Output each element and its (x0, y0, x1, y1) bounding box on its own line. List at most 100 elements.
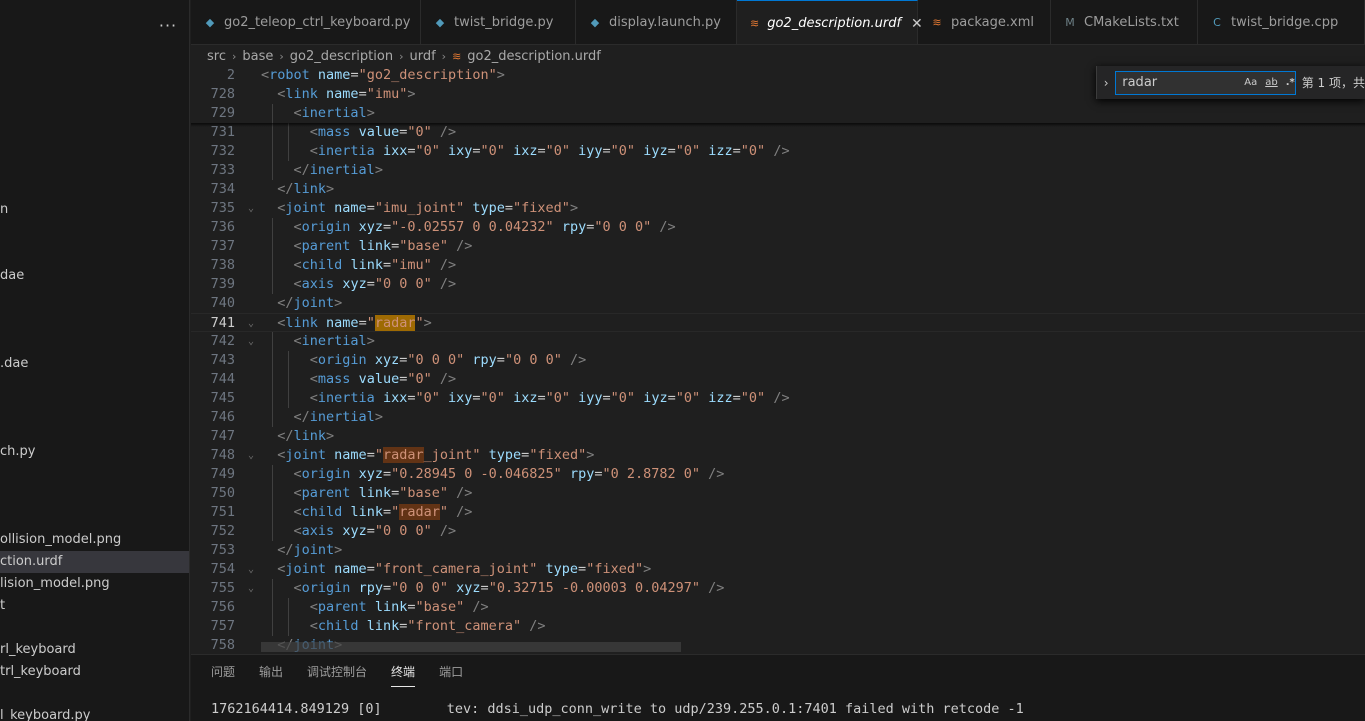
file-tree-item[interactable]: lision_model.png (0, 573, 189, 595)
panel-tab[interactable]: 终端 (391, 663, 416, 687)
code-token: ixx (382, 390, 408, 406)
line-number: 2 (226, 67, 235, 83)
fold-chevron-icon[interactable]: ⌄ (246, 199, 256, 218)
breadcrumb: src › base › go2_description › urdf › ≋ go2_descr… (207, 47, 601, 67)
file-tree-item[interactable]: .dae (0, 353, 189, 375)
code-token: = (382, 257, 392, 273)
code-token: "0 0 0" (391, 580, 449, 596)
breadcrumb-item[interactable]: go2_description.urdf (467, 47, 601, 67)
editor-tab[interactable]: ≋ package.xml (918, 0, 1051, 44)
code-token: "0" (610, 143, 636, 159)
code-token: > (326, 181, 335, 197)
code-token: "0" (415, 143, 440, 159)
match-case-icon[interactable]: Aa (1244, 77, 1257, 88)
code-text: </link> (277, 180, 334, 199)
breadcrumb-item[interactable]: go2_description (290, 47, 393, 67)
file-tree-item[interactable]: ollision_model.png (0, 529, 189, 551)
code-token: /> (708, 466, 725, 482)
fold-chevron-icon[interactable]: ⌄ (246, 560, 256, 579)
code-token: robot (269, 67, 310, 83)
file-tree-item[interactable]: rl_keyboard (0, 639, 189, 661)
terminal-output-line: 1762164414.849129 [0] tev: ddsi_udp_conn… (211, 701, 1024, 717)
file-tree-item[interactable]: l_keyboard.py (0, 705, 189, 721)
regex-icon[interactable]: .* (1286, 77, 1295, 88)
file-tree-item[interactable]: ction.urdf (0, 551, 189, 573)
code-token: /> (456, 504, 473, 520)
code-token: > (334, 295, 343, 311)
code-token: = (382, 219, 392, 235)
code-token: "fixed" (529, 447, 587, 463)
code-token: = (382, 466, 392, 482)
code-token: link (285, 86, 318, 102)
toggle-replace-chevron-icon[interactable]: › (1101, 76, 1111, 90)
code-token: </ (277, 542, 294, 558)
fold-chevron-icon[interactable]: ⌄ (246, 314, 256, 333)
breadcrumb-item[interactable]: urdf (409, 47, 435, 67)
code-token: " (366, 315, 375, 331)
code-token: /> (439, 276, 457, 292)
code-token: "0" (415, 390, 440, 406)
panel-tab[interactable]: 调试控制台 (307, 663, 367, 687)
code-token: = (358, 315, 367, 331)
file-tree-item[interactable]: trl_keyboard (0, 661, 189, 683)
code-token: < (293, 105, 302, 121)
line-number: 728 (210, 86, 235, 102)
editor-tab[interactable]: ≋ go2_description.urdf ✕ (737, 0, 923, 44)
code-token: = (366, 200, 375, 216)
breadcrumb-item[interactable]: src (207, 47, 226, 67)
code-token: "0 0 0" (374, 276, 432, 292)
indent-guide (288, 598, 290, 617)
file-tree-item[interactable]: t (0, 595, 189, 617)
code-token: iyz (643, 390, 668, 406)
fold-chevron-icon[interactable]: ⌄ (246, 579, 256, 598)
editor-tab[interactable]: M CMakeLists.txt (1051, 0, 1198, 44)
code-editor[interactable]: 2 <robot name="go2_description"> 728 <link … (191, 66, 1365, 654)
indent-guide (272, 104, 274, 123)
code-line: 732 <inertia ixx="0" ixy="0" ixz="0" iyy=… (191, 142, 1365, 161)
line-number: 735 (210, 200, 235, 216)
code-line: 751 <child link="radar" /> (191, 503, 1365, 522)
fold-chevron-icon[interactable]: ⌄ (246, 332, 256, 351)
code-token: = (391, 238, 400, 254)
more-actions-icon[interactable]: ··· (158, 16, 178, 36)
code-text: </joint> (277, 541, 342, 560)
panel-tab[interactable]: 端口 (439, 663, 463, 687)
code-token: < (309, 618, 318, 634)
horizontal-scrollbar[interactable] (261, 642, 681, 652)
indent-guide (272, 275, 274, 294)
breadcrumb-item[interactable]: base (242, 47, 273, 67)
editor-tab[interactable]: ◆ twist_bridge.py (421, 0, 576, 44)
code-token: < (293, 485, 302, 501)
line-number: 740 (210, 295, 235, 311)
fold-chevron-icon[interactable]: ⌄ (246, 446, 256, 465)
line-number: 744 (210, 371, 235, 387)
code-token: </ (277, 295, 294, 311)
code-token: child (317, 618, 359, 634)
code-token: xyz (342, 276, 367, 292)
file-tree-item[interactable]: dae (0, 265, 189, 287)
panel-tab[interactable]: 问题 (211, 663, 235, 687)
code-token: /> (659, 219, 676, 235)
line-number: 736 (210, 219, 235, 235)
code-token: parent (301, 485, 351, 501)
file-tree-item[interactable]: ch.py (0, 441, 189, 463)
whole-word-icon[interactable]: ab (1265, 77, 1277, 88)
find-input[interactable] (1116, 75, 1237, 90)
editor-tab[interactable]: ◆ go2_teleop_ctrl_keyboard.py (191, 0, 421, 44)
code-token: = (472, 390, 481, 406)
code-text: </link> (277, 427, 334, 446)
panel-tab[interactable]: 输出 (259, 663, 283, 687)
code-token: "imu" (391, 257, 432, 273)
line-number: 746 (210, 409, 235, 425)
editor-tab[interactable]: ◆ display.launch.py (576, 0, 737, 44)
code-line: 743 <origin xyz="0 0 0" rpy="0 0 0" /> (191, 351, 1365, 370)
file-tree-item[interactable]: n (0, 199, 189, 221)
editor-tab[interactable]: Ctwist_bridge.cpp (1198, 0, 1365, 44)
